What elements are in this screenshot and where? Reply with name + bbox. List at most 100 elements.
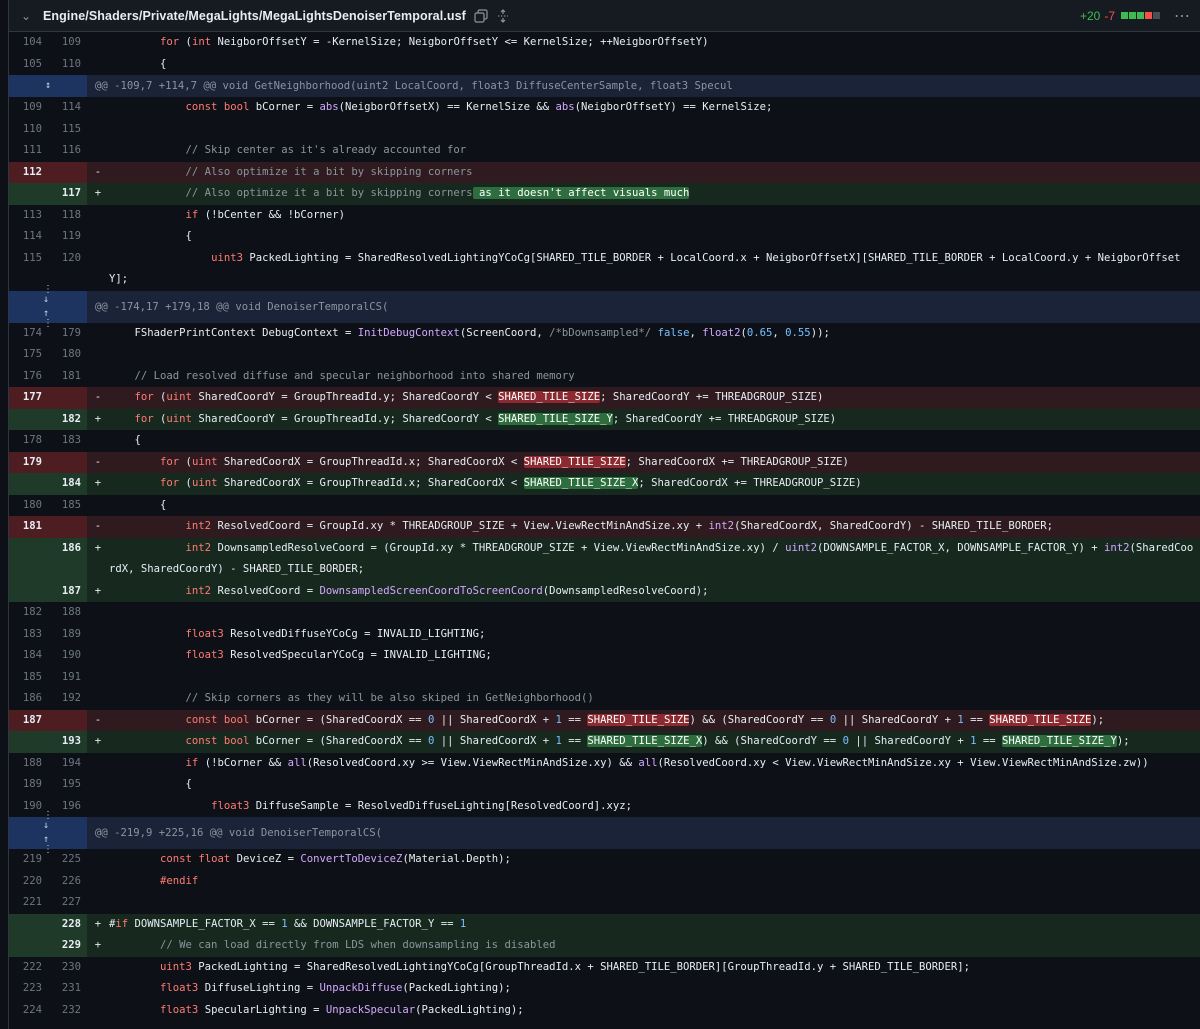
old-line-number[interactable]: 109	[9, 97, 48, 119]
old-line-number[interactable]: 176	[9, 366, 48, 388]
old-line-number[interactable]: 224	[9, 1000, 48, 1022]
new-line-number[interactable]: 228	[48, 913, 87, 935]
expand-lines-icon[interactable]: ↕	[9, 75, 87, 97]
new-line-number[interactable]: 191	[48, 667, 87, 689]
new-line-number[interactable]: 119	[48, 226, 87, 248]
old-line-number[interactable]: 112	[9, 161, 48, 183]
diff-sign	[87, 32, 109, 54]
new-line-number[interactable]: 196	[48, 796, 87, 818]
new-line-number[interactable]: 116	[48, 140, 87, 162]
diff-sign	[87, 849, 109, 871]
kebab-icon[interactable]: ⋯	[1174, 6, 1191, 26]
new-line-number[interactable]: 110	[48, 54, 87, 76]
code-line: float3 SpecularLighting = UnpackSpecular…	[160, 1003, 524, 1016]
old-line-number[interactable]: 114	[9, 226, 48, 248]
new-line-number[interactable]: 229	[48, 935, 87, 957]
old-line-number[interactable]: 104	[9, 32, 48, 54]
expand-lines-icon[interactable]: ⋮ ↓ ↑ ⋮	[9, 811, 87, 855]
diff-sign: -	[94, 455, 102, 468]
collapse-chevron-icon[interactable]: ⌄	[9, 9, 43, 23]
new-line-number[interactable]: 194	[48, 753, 87, 775]
new-line-number[interactable]	[48, 161, 87, 183]
old-line-number[interactable]	[9, 913, 48, 935]
new-line-number[interactable]: 232	[48, 1000, 87, 1022]
old-line-number[interactable]: 185	[9, 667, 48, 689]
old-line-number[interactable]: 186	[9, 688, 48, 710]
diff-sign	[87, 753, 109, 775]
old-line-number[interactable]: 220	[9, 871, 48, 893]
old-line-number[interactable]: 175	[9, 344, 48, 366]
new-line-number[interactable]: 187	[48, 580, 87, 602]
new-line-number[interactable]: 118	[48, 205, 87, 227]
new-line-number[interactable]: 185	[48, 495, 87, 517]
new-line-number[interactable]: 227	[48, 892, 87, 914]
context-line: 223 231 float3 DiffuseLighting = UnpackDi…	[9, 978, 1200, 1000]
new-line-number[interactable]: 192	[48, 688, 87, 710]
old-line-number[interactable]: 183	[9, 624, 48, 646]
hunk-header: ⋮ ↓ ↑ ⋮ @@ -174,17 +179,18 @@ void DenoiserT…	[9, 284, 1200, 328]
old-line-number[interactable]: 222	[9, 957, 48, 979]
old-line-number[interactable]	[9, 580, 48, 602]
new-line-number[interactable]: 188	[48, 602, 87, 624]
new-line-number[interactable]: 184	[48, 473, 87, 495]
diff-sign	[87, 205, 109, 227]
old-line-number[interactable]: 219	[9, 849, 48, 871]
new-line-number[interactable]: 120	[48, 248, 87, 291]
new-line-number[interactable]: 109	[48, 32, 87, 54]
new-line-number[interactable]	[48, 516, 87, 538]
new-line-number[interactable]: 179	[48, 323, 87, 345]
old-line-number[interactable]: 182	[9, 602, 48, 624]
old-line-number[interactable]	[9, 935, 48, 957]
new-line-number[interactable]: 193	[48, 731, 87, 753]
diff-sign	[87, 667, 109, 689]
new-line-number[interactable]: 195	[48, 774, 87, 796]
new-line-number[interactable]: 225	[48, 849, 87, 871]
new-line-number[interactable]	[48, 387, 87, 409]
added-line: 182 + for (uint SharedCoordY = GroupThrea…	[9, 408, 1200, 430]
code-line: {	[109, 434, 141, 446]
new-line-number[interactable]	[48, 709, 87, 731]
new-line-number[interactable]: 180	[48, 344, 87, 366]
new-line-number[interactable]: 115	[48, 119, 87, 141]
new-line-number[interactable]: 182	[48, 408, 87, 430]
old-line-number[interactable]: 105	[9, 54, 48, 76]
copy-icon[interactable]	[474, 8, 488, 23]
old-line-number[interactable]: 113	[9, 205, 48, 227]
new-line-number[interactable]: 114	[48, 97, 87, 119]
new-line-number[interactable]: 226	[48, 871, 87, 893]
new-line-number[interactable]: 117	[48, 183, 87, 205]
new-line-number[interactable]: 189	[48, 624, 87, 646]
old-line-number[interactable]	[9, 473, 48, 495]
old-line-number[interactable]	[9, 731, 48, 753]
old-line-number[interactable]: 180	[9, 495, 48, 517]
new-line-number[interactable]: 183	[48, 430, 87, 452]
old-line-number[interactable]: 179	[9, 451, 48, 473]
old-line-number[interactable]	[9, 408, 48, 430]
old-line-number[interactable]: 187	[9, 709, 48, 731]
old-line-number[interactable]: 111	[9, 140, 48, 162]
new-line-number[interactable]: 186	[48, 537, 87, 581]
expand-icon[interactable]	[496, 8, 510, 23]
old-line-number[interactable]: 110	[9, 119, 48, 141]
new-line-number[interactable]: 190	[48, 645, 87, 667]
old-line-number[interactable]	[9, 537, 48, 581]
diff-sign: +	[94, 477, 102, 489]
new-line-number[interactable]: 231	[48, 978, 87, 1000]
code-line: {	[109, 57, 167, 70]
old-line-number[interactable]: 174	[9, 323, 48, 345]
expand-lines-icon[interactable]: ⋮ ↓ ↑ ⋮	[9, 284, 87, 328]
old-line-number[interactable]: 181	[9, 516, 48, 538]
old-line-number[interactable]: 177	[9, 387, 48, 409]
old-line-number[interactable]: 223	[9, 978, 48, 1000]
old-line-number[interactable]: 184	[9, 645, 48, 667]
old-line-number[interactable]: 188	[9, 753, 48, 775]
new-line-number[interactable]: 230	[48, 957, 87, 979]
file-path[interactable]: Engine/Shaders/Private/MegaLights/MegaLi…	[43, 9, 466, 23]
new-line-number[interactable]	[48, 451, 87, 473]
old-line-number[interactable]: 178	[9, 430, 48, 452]
old-line-number[interactable]	[9, 183, 48, 205]
new-line-number[interactable]: 181	[48, 366, 87, 388]
old-line-number[interactable]: 189	[9, 774, 48, 796]
old-line-number[interactable]: 221	[9, 892, 48, 914]
